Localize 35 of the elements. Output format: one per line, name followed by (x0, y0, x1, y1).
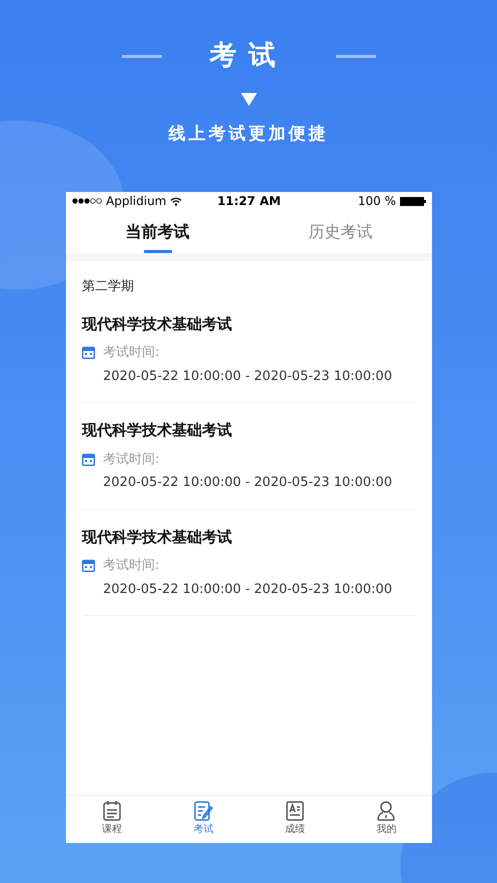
calendar-icon (82, 559, 95, 572)
exam-time-range: 2020-05-22 10:00:00 - 2020-05-23 10:00:00 (103, 474, 394, 492)
nav-tab[interactable]: 课程 (66, 796, 158, 843)
signal-icon (72, 198, 102, 204)
decorative-line (336, 54, 376, 58)
exam-time-range: 2020-05-22 10:00:00 - 2020-05-23 10:00:00 (103, 580, 394, 598)
time-label: 考试时间: (103, 344, 160, 362)
person-icon (375, 800, 398, 822)
document-icon (284, 800, 306, 822)
page-heading: 考试 (210, 39, 288, 73)
nav-tab[interactable]: 我的 (340, 796, 432, 843)
battery-percent: 100 % (358, 193, 396, 210)
term-heading: 第二学期 (82, 278, 135, 296)
battery-icon (400, 196, 426, 206)
subtitle: 线上考试更加便捷 (168, 122, 328, 146)
wifi-icon (170, 196, 182, 206)
clock: 11:27 AM (217, 193, 281, 210)
exam-title: 现代科学技术基础考试 (82, 526, 233, 548)
tab[interactable]: 当前考试 (120, 210, 196, 250)
decorative-line (122, 54, 162, 58)
calendar-icon (82, 452, 95, 466)
tab[interactable]: 历史考试 (302, 210, 378, 250)
exam-time-range: 2020-05-22 10:00:00 - 2020-05-23 10:00:00 (103, 368, 394, 386)
nav-tab[interactable]: 考试 (158, 796, 249, 843)
tab-indicator (144, 250, 172, 253)
notepad-icon (100, 800, 123, 822)
calendar-icon (82, 346, 95, 360)
time-label: 考试时间: (103, 557, 160, 575)
nav-tab[interactable]: 成绩 (249, 796, 340, 843)
carrier-name: Applidium (106, 193, 166, 210)
exam-title: 现代科学技术基础考试 (82, 420, 233, 441)
exam-title: 现代科学技术基础考试 (82, 314, 233, 334)
time-label: 考试时间: (103, 450, 160, 468)
pencil-document-icon (192, 800, 214, 822)
down-triangle-icon (240, 92, 256, 106)
